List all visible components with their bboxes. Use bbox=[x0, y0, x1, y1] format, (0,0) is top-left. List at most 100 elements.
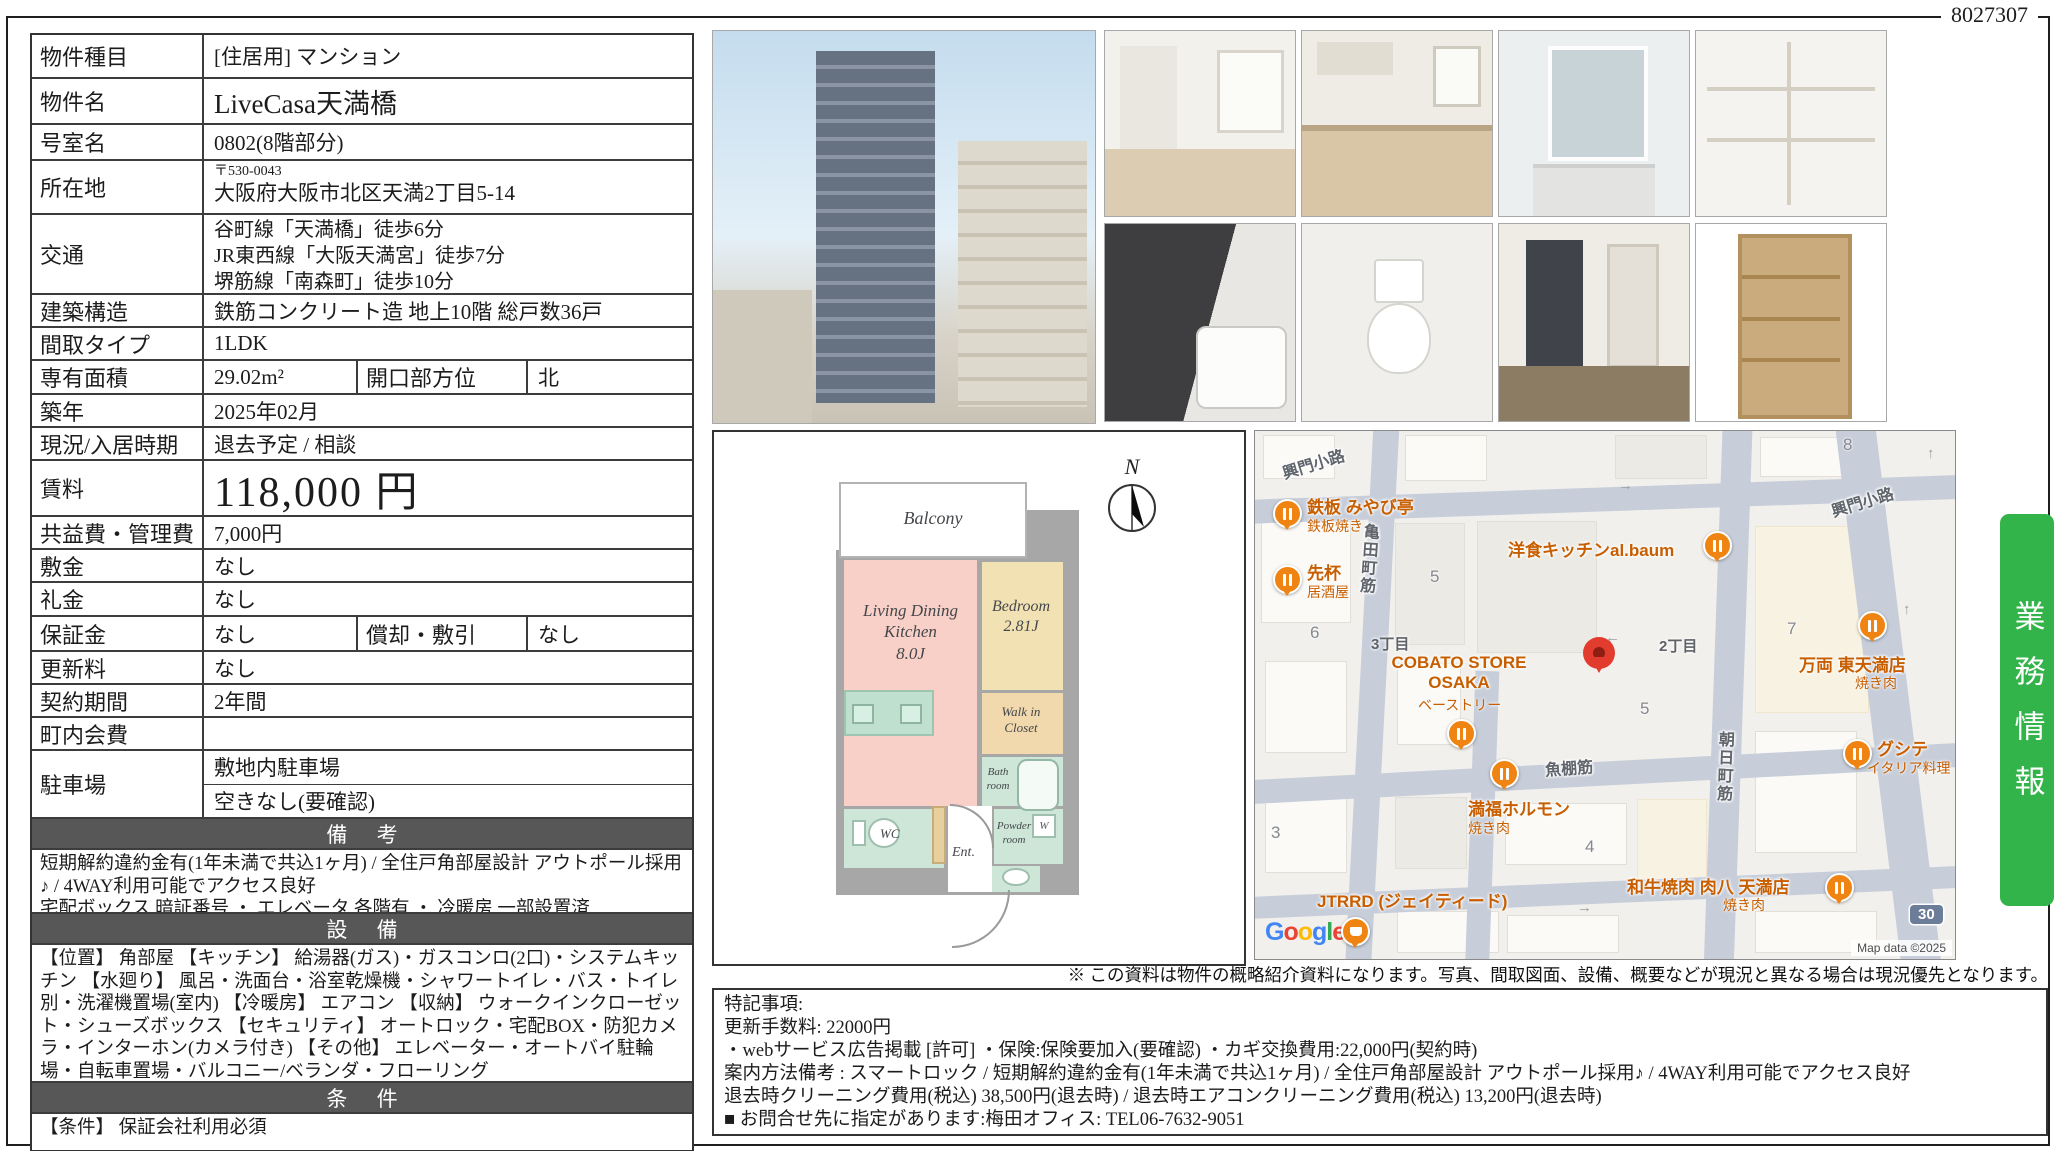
cafe-pin-icon bbox=[1341, 917, 1370, 946]
parking-availability: 空きなし(要確認) bbox=[204, 785, 692, 818]
restaurant-pin-icon bbox=[1825, 873, 1854, 902]
row-value: 鉄筋コンクリート造 地上10階 総戸数36戸 bbox=[204, 295, 692, 326]
restaurant-pin-icon bbox=[1858, 611, 1887, 640]
row-label: 物件種目 bbox=[32, 35, 204, 77]
parking-cell: 敷地内駐車場 空きなし(要確認) bbox=[204, 751, 692, 817]
row-label: 共益費・管理費 bbox=[32, 517, 204, 548]
remarks-line: 宅配ボックス 暗証番号 ・ エレベータ 各階有 ・ 冷暖房 一部設置済 bbox=[40, 898, 684, 914]
notes-line: 更新手数料: 22000円 bbox=[724, 1017, 2036, 1040]
parking-type: 敷地内駐車場 bbox=[204, 751, 692, 785]
business-info-tab-label: 業務情報 bbox=[2005, 600, 2050, 820]
poi-category: ベーストリー bbox=[1418, 695, 1501, 715]
entrance-door-arc bbox=[952, 890, 1010, 948]
row-label: 号室名 bbox=[32, 125, 204, 159]
block-number: 7 bbox=[1787, 619, 1796, 639]
business-info-tab[interactable]: 業務情報 bbox=[2000, 514, 2054, 906]
property-table: 物件種目 [住居用] マンション 物件名 LiveCasa天満橋 号室名 080… bbox=[30, 33, 694, 1151]
table-row: 物件種目 [住居用] マンション bbox=[32, 35, 692, 79]
building-silhouette bbox=[816, 51, 934, 404]
building-neighbor bbox=[958, 141, 1088, 408]
poi-name: 洋食キッチンal.baum bbox=[1508, 536, 1674, 561]
road-arrow: ↑ bbox=[1903, 601, 1911, 618]
wall-block bbox=[1025, 510, 1079, 554]
table-row: 賃料 118,000 円 bbox=[32, 461, 692, 517]
poi-category: 焼き肉 bbox=[1723, 895, 1765, 915]
table-row: 間取タイプ 1LDK bbox=[32, 328, 692, 361]
photo-toilet bbox=[1301, 223, 1493, 422]
section-header-remarks: 備 考 bbox=[32, 819, 692, 850]
table-row: 町内会費 bbox=[32, 718, 692, 751]
road-arrow: → bbox=[1618, 477, 1633, 494]
address-value: 大阪府大阪市北区天満2丁目5-14 bbox=[214, 180, 692, 206]
table-row: 礼金 なし bbox=[32, 583, 692, 617]
table-row: 契約期間 2年間 bbox=[32, 685, 692, 718]
photo-shoe-shelf bbox=[1695, 223, 1887, 422]
block-number: 4 bbox=[1585, 837, 1594, 857]
row-label: 築年 bbox=[32, 395, 204, 426]
rent-value: 118,000 円 bbox=[204, 461, 692, 515]
restaurant-pin-icon bbox=[1490, 759, 1519, 788]
row-label: 建築構造 bbox=[32, 295, 204, 326]
section-header-equipment: 設 備 bbox=[32, 914, 692, 945]
notes-line: 特記事項: bbox=[724, 994, 2036, 1017]
table-row: 築年 2025年02月 bbox=[32, 395, 692, 428]
notes-line: ■ お問合せ先に指定があります:梅田オフィス: TEL06-7632-9051 bbox=[724, 1109, 2036, 1132]
table-row: 敷金 なし bbox=[32, 550, 692, 583]
area-value: 29.02m² bbox=[204, 361, 356, 393]
poi-category: イタリア料理 bbox=[1867, 758, 1950, 778]
block-label: 2丁目 bbox=[1659, 635, 1697, 656]
notes-line: 退去時クリーニング費用(税込) 38,500円(退去時) / 退去時エアコンクリ… bbox=[724, 1086, 2036, 1109]
table-row: 専有面積 29.02m² 開口部方位 北 bbox=[32, 361, 692, 395]
poi-name: 鉄板 みやび亭 bbox=[1307, 493, 1414, 518]
poi-category: 焼き肉 bbox=[1855, 673, 1897, 693]
poi-name: JTRRD (ジェイティード) bbox=[1317, 887, 1507, 912]
row-value: なし bbox=[204, 550, 692, 581]
ldk-area bbox=[844, 560, 977, 806]
row-label: 物件名 bbox=[32, 79, 204, 123]
row-value: [住居用] マンション bbox=[204, 35, 692, 77]
shoe-closet-strip bbox=[932, 806, 946, 864]
notes-line: 案内方法備考 : スマートロック / 短期解約違約金有(1年未満で共込1ヶ月) … bbox=[724, 1063, 2036, 1086]
poi-category: 鉄板焼き bbox=[1307, 516, 1363, 536]
row-value: なし bbox=[204, 652, 692, 683]
toilet-tank-shape bbox=[852, 820, 866, 846]
row-value: 2025年02月 bbox=[204, 395, 692, 426]
photo-closet bbox=[1695, 30, 1887, 217]
row-label: 交通 bbox=[32, 215, 204, 293]
property-name: LiveCasa天満橋 bbox=[204, 79, 692, 123]
ldk-label: Living Dining Kitchen 8.0J bbox=[847, 600, 974, 664]
floor-plan: W Balcony Living Dining Kitchen 8.0J Bed… bbox=[712, 430, 1246, 966]
equipment-body: 【位置】 角部屋 【キッチン】 給湯器(ガス)・ガスコンロ(2口)・システムキッ… bbox=[32, 945, 692, 1083]
property-sheet: 8027307 物件種目 [住居用] マンション 物件名 LiveCasa天満橋… bbox=[0, 0, 2056, 1151]
notes-line: ・webサービス広告掲載 [許可] ・保険:保険要加入(要確認) ・カギ交換費用… bbox=[724, 1040, 2036, 1063]
conditions-body: 【条件】 保証会社利用必須 bbox=[32, 1114, 692, 1150]
row-value bbox=[204, 718, 692, 749]
row-value: なし bbox=[204, 617, 356, 650]
table-row: 所在地 〒530-0043 大阪府大阪市北区天満2丁目5-14 bbox=[32, 161, 692, 215]
table-row: 共益費・管理費 7,000円 bbox=[32, 517, 692, 550]
sink-shape bbox=[852, 704, 874, 724]
row-label: 更新料 bbox=[32, 652, 204, 683]
poi-name: グシテ bbox=[1877, 735, 1928, 760]
row-label: 敷金 bbox=[32, 550, 204, 581]
row-label: 償却・敷引 bbox=[356, 617, 528, 650]
row-label: 駐車場 bbox=[32, 751, 204, 817]
row-label: 現況/入居時期 bbox=[32, 428, 204, 459]
location-map: → ↑ ↑ ← → 興門小路 興門小路 亀田町筋 魚棚筋 朝日町筋 鉄板 みやび… bbox=[1254, 430, 1956, 960]
photo-living-room bbox=[1104, 30, 1296, 217]
access-line: 谷町線「天満橋」徒歩6分 bbox=[214, 217, 692, 243]
photo-kitchen bbox=[1301, 30, 1493, 217]
disclaimer-text: ※ この資料は物件の概略紹介資料になります。写真、間取図面、設備、概要などが現況… bbox=[700, 962, 2048, 987]
block-number: 5 bbox=[1640, 699, 1649, 719]
block-label: 3丁目 bbox=[1371, 633, 1409, 654]
row-value: 0802(8階部分) bbox=[204, 125, 692, 159]
street-label: 魚棚筋 bbox=[1544, 753, 1594, 780]
row-label: 賃料 bbox=[32, 461, 204, 515]
sink-oval-shape bbox=[1002, 868, 1030, 886]
table-row: 保証金 なし 償却・敷引 なし bbox=[32, 617, 692, 652]
road-arrow: → bbox=[1577, 899, 1592, 916]
block-number: 3 bbox=[1271, 823, 1280, 843]
photo-bathroom bbox=[1104, 223, 1296, 422]
row-label: 保証金 bbox=[32, 617, 204, 650]
row-value: なし bbox=[528, 617, 668, 650]
